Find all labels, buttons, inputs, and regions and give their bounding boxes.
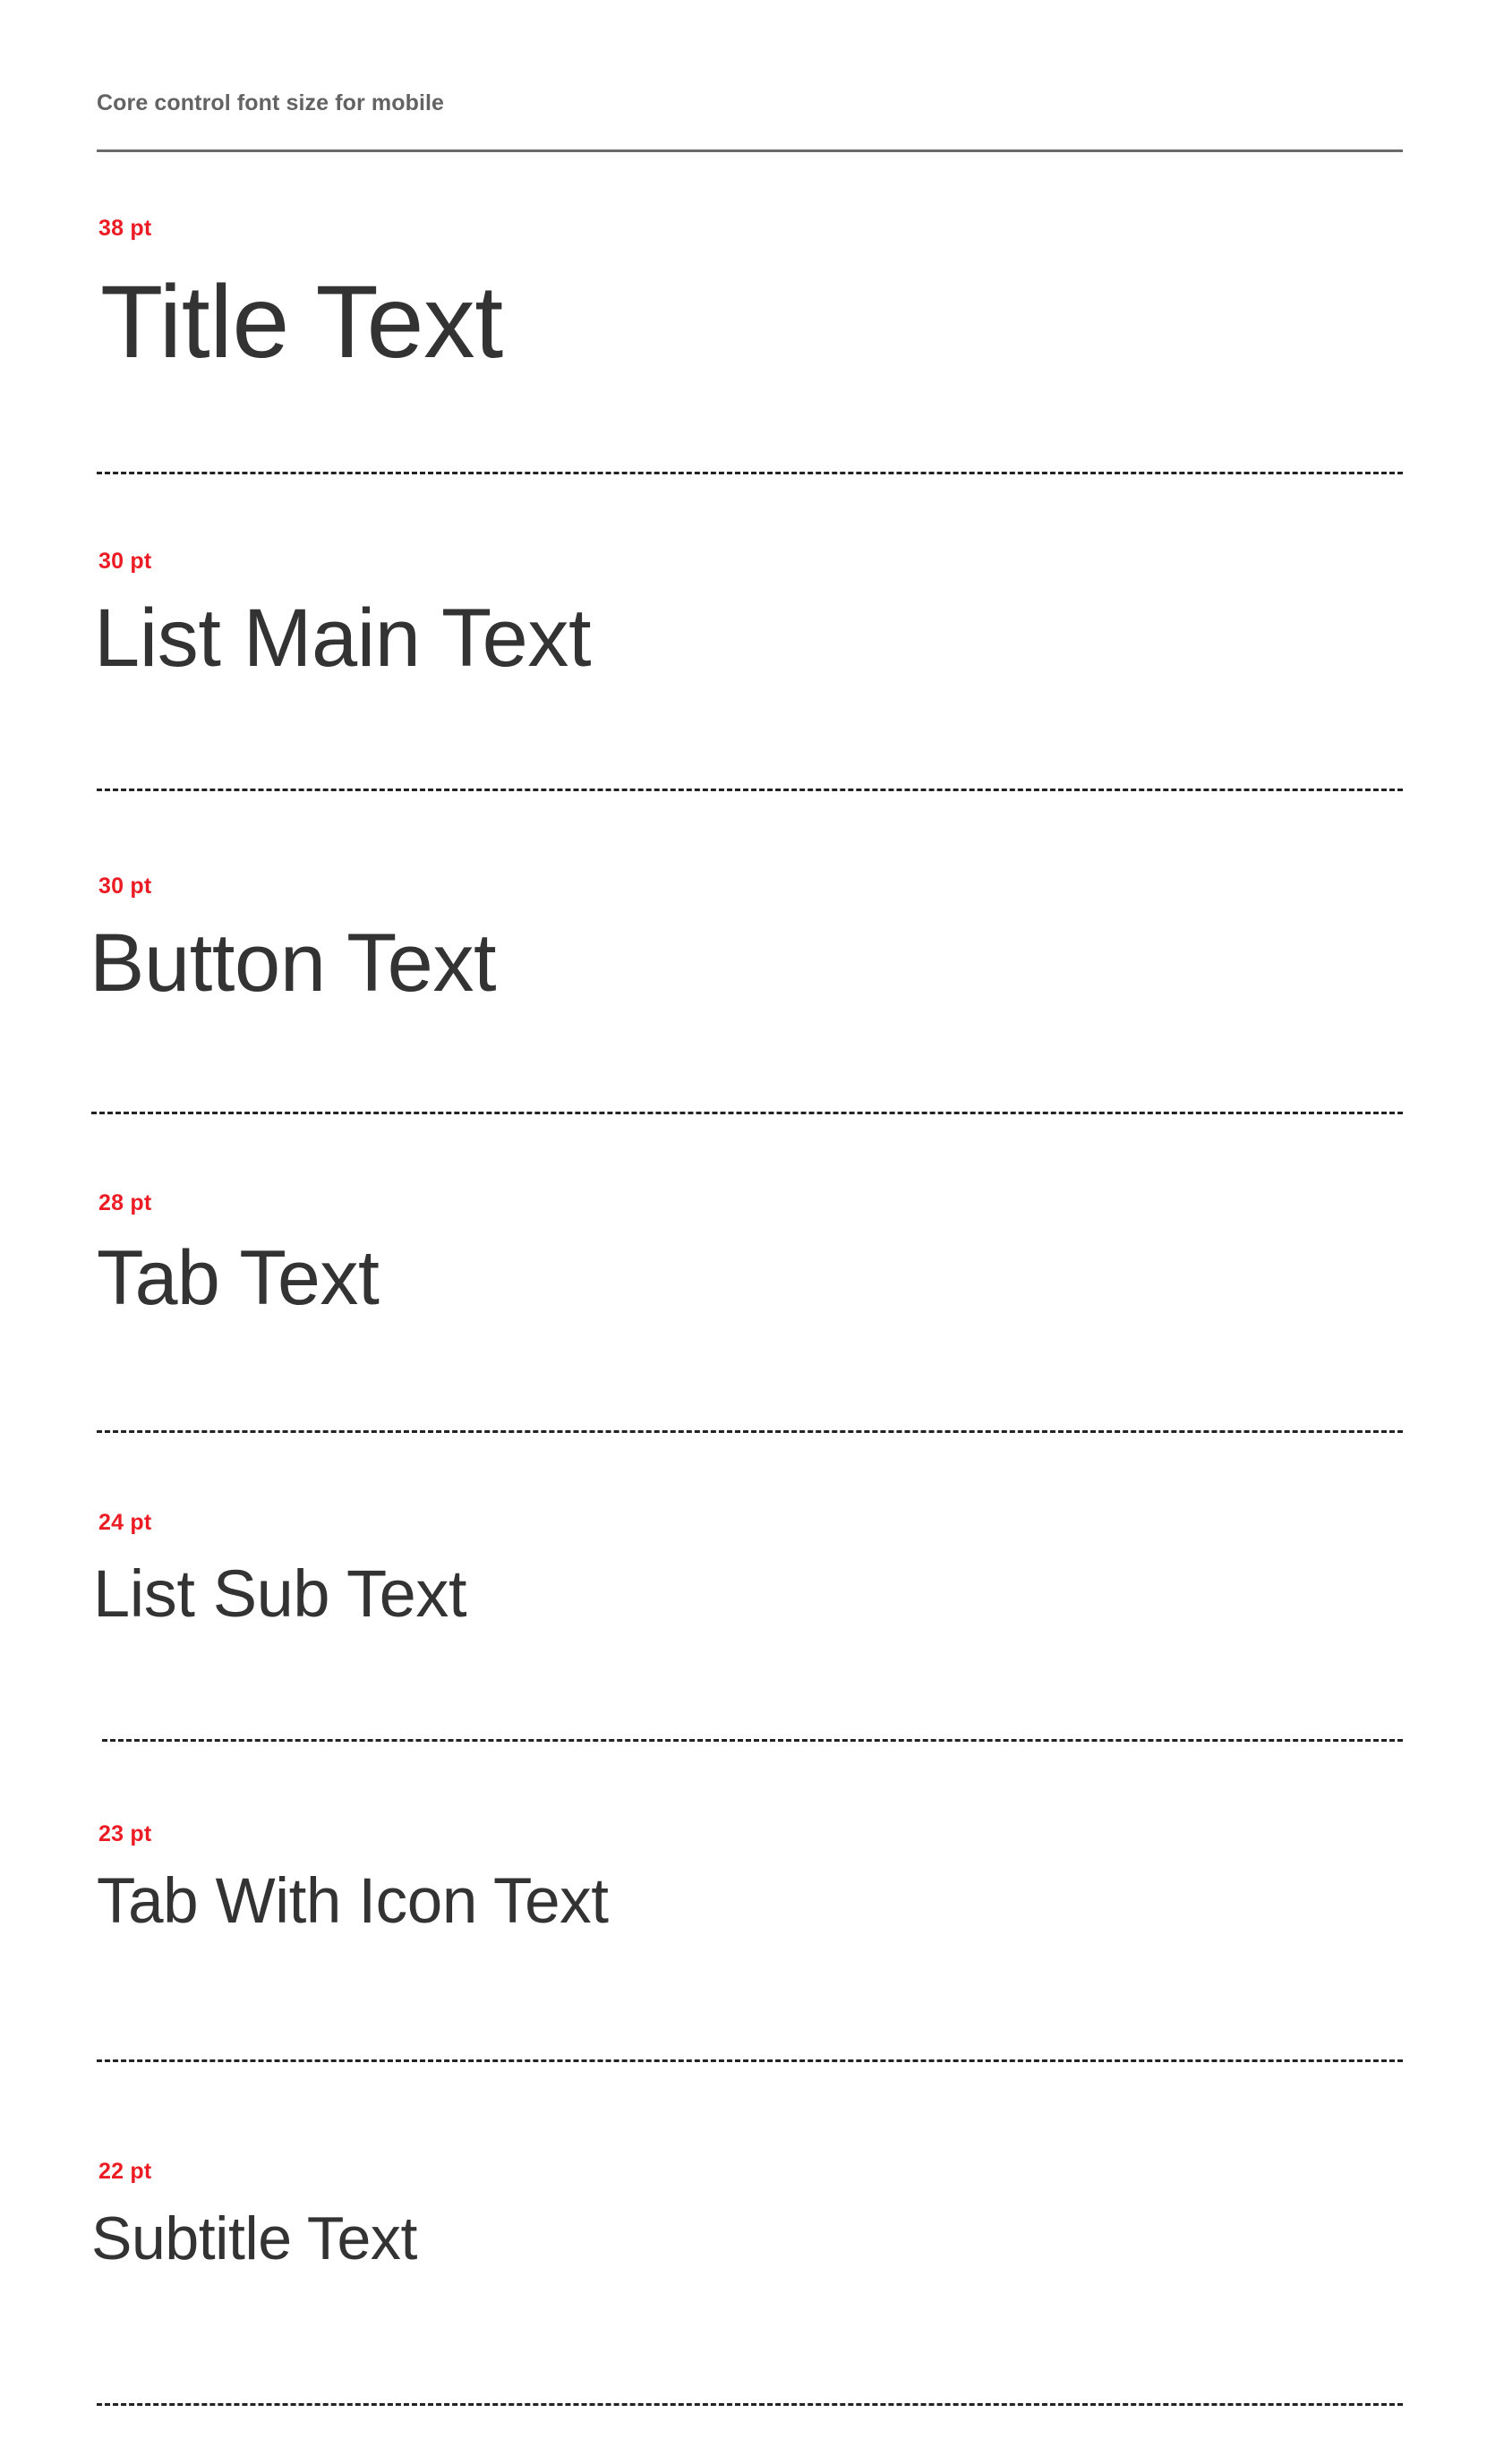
row-divider	[91, 1112, 1403, 1114]
size-label: 30 pt	[98, 549, 152, 574]
sample-text: Title Text	[100, 265, 503, 379]
header-divider	[97, 149, 1403, 152]
row-divider	[97, 789, 1403, 791]
sample-text: Tab With Icon Text	[97, 1866, 609, 1937]
size-label: 22 pt	[98, 2159, 152, 2184]
sample-text: Subtitle Text	[91, 2204, 417, 2272]
row-divider	[97, 2059, 1403, 2062]
sample-text: Button Text	[90, 917, 497, 1009]
sample-text: List Main Text	[94, 593, 592, 684]
page-title: Core control font size for mobile	[97, 90, 445, 115]
row-divider	[102, 1739, 1403, 1742]
sample-text: Tab Text	[97, 1235, 380, 1321]
row-divider	[97, 472, 1403, 474]
page-header: Core control font size for mobile	[97, 88, 1404, 118]
row-divider	[97, 1430, 1403, 1433]
size-label: 38 pt	[98, 216, 152, 241]
row-divider	[97, 2403, 1403, 2406]
size-label: 24 pt	[98, 1510, 152, 1535]
size-label: 23 pt	[98, 1821, 152, 1846]
size-label: 28 pt	[98, 1190, 152, 1215]
size-label: 30 pt	[98, 874, 152, 899]
page-root: Core control font size for mobile 38 pt …	[0, 0, 1504, 2464]
sample-text: List Sub Text	[93, 1556, 467, 1631]
